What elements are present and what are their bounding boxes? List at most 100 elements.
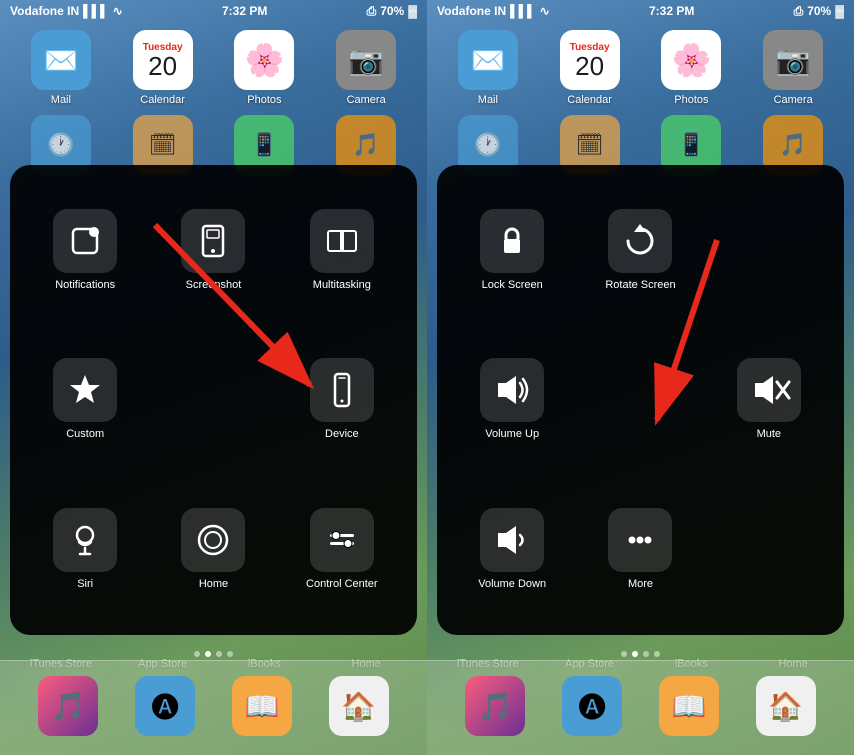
right-dot-1 [621,651,627,657]
lock-screen-icon [480,209,544,273]
dock-ibooks[interactable]: 📖 [222,676,302,740]
multitasking-icon [310,209,374,273]
control-volume-down[interactable]: Volume Down [452,479,572,620]
assist-screenshot[interactable]: Screenshot [153,180,273,321]
dock-appstore[interactable]: 🅐 [125,676,205,740]
right-time: 7:32 PM [649,4,694,18]
right-app-calendar[interactable]: Tuesday 20 Calendar [550,30,630,106]
right-page-dots [427,651,854,657]
app-calendar[interactable]: Tuesday 20 Calendar [123,30,203,106]
right-dot-3 [643,651,649,657]
right-dot-4 [654,651,660,657]
control-center-overlay: Lock Screen Rotate Screen [437,165,844,635]
rotate-screen-icon [608,209,672,273]
right-app-mail[interactable]: ✉️ Mail [448,30,528,106]
right-calendar-icon: Tuesday 20 [560,30,620,90]
right-battery-icon: ▓ [835,4,844,18]
right-bt-icon: ⎙ [794,4,804,19]
right-top-app-row: ✉️ Mail Tuesday 20 Calendar 🌸 Photos 📷 C… [427,30,854,106]
siri-icon [53,508,117,572]
right-calendar-label: Calendar [567,94,612,106]
right-dock-home[interactable]: 🏠 [746,676,826,740]
left-status-left: Vodafone IN ▌▌▌ ∿ [10,4,123,18]
rotate-screen-label: Rotate Screen [605,279,675,292]
custom-label: Custom [66,428,104,441]
control-more[interactable]: More [580,479,700,620]
itunes-icon: 🎵 [38,676,98,736]
volume-down-icon [480,508,544,572]
photos-label: Photos [247,94,281,106]
right-status-left: Vodafone IN ▌▌▌ ∿ [437,4,550,18]
home-icon: 🏠 [329,676,389,736]
assist-notifications[interactable]: Notifications [25,180,145,321]
right-status-bar: Vodafone IN ▌▌▌ ∿ 7:32 PM ⎙ 70% ▓ [427,0,854,22]
assist-custom[interactable]: Custom [25,329,145,470]
left-status-right: ⎙ 70% ▓ [367,4,417,19]
app-photos[interactable]: 🌸 Photos [224,30,304,106]
notifications-label: Notifications [55,279,115,292]
right-dock: 🎵 🅐 📖 🏠 [427,660,854,755]
control-rotate-screen[interactable]: Rotate Screen [580,180,700,321]
left-dock: 🎵 🅐 📖 🏠 [0,660,427,755]
left-time: 7:32 PM [222,4,267,18]
lock-screen-label: Lock Screen [482,279,543,292]
control-mute[interactable]: Mute [709,329,829,470]
right-wifi-icon: ∿ [540,4,550,18]
screenshot-label: Screenshot [186,279,242,292]
volume-down-label: Volume Down [478,578,546,591]
right-camera-label: Camera [774,94,813,106]
right-home-icon: 🏠 [756,676,816,736]
calendar-icon: Tuesday 20 [133,30,193,90]
home-btn-icon [181,508,245,572]
control-lock-screen[interactable]: Lock Screen [452,180,572,321]
right-app-photos[interactable]: 🌸 Photos [651,30,731,106]
control-center-icon [310,508,374,572]
mail-icon: ✉️ [31,30,91,90]
assist-device[interactable]: Device [282,329,402,470]
screenshot-icon [181,209,245,273]
assistive-overlay: Notifications Screenshot Multitasking [10,165,417,635]
left-panel: Vodafone IN ▌▌▌ ∿ 7:32 PM ⎙ 70% ▓ ✉️ Mai… [0,0,427,755]
right-dock-itunes[interactable]: 🎵 [455,676,535,740]
right-mail-icon: ✉️ [458,30,518,90]
control-volume-up[interactable]: Volume Up [452,329,572,470]
app-camera[interactable]: 📷 Camera [326,30,406,106]
dot-2 [205,651,211,657]
multitasking-label: Multitasking [313,279,371,292]
assist-siri[interactable]: Siri [25,479,145,620]
custom-icon [53,358,117,422]
right-photos-label: Photos [674,94,708,106]
volume-up-icon [480,358,544,422]
ibooks-icon: 📖 [232,676,292,736]
right-itunes-icon: 🎵 [465,676,525,736]
assist-multitasking[interactable]: Multitasking [282,180,402,321]
dock-home[interactable]: 🏠 [319,676,399,740]
more-icon [608,508,672,572]
volume-up-label: Volume Up [485,428,539,441]
right-battery-pct: 70% [807,4,831,18]
mute-label: Mute [757,428,781,441]
right-appstore-icon: 🅐 [562,676,622,736]
left-status-bar: Vodafone IN ▌▌▌ ∿ 7:32 PM ⎙ 70% ▓ [0,0,427,22]
right-mail-label: Mail [478,94,498,106]
right-app-camera[interactable]: 📷 Camera [753,30,833,106]
notifications-icon [53,209,117,273]
more-label: More [628,578,653,591]
home-label: Home [199,578,228,591]
assist-center-empty [153,329,273,470]
right-dock-appstore[interactable]: 🅐 [552,676,632,740]
assist-control-center[interactable]: Control Center [282,479,402,620]
right-dock-ibooks[interactable]: 📖 [649,676,729,740]
camera-label: Camera [347,94,386,106]
app-mail[interactable]: ✉️ Mail [21,30,101,106]
dot-1 [194,651,200,657]
dot-3 [216,651,222,657]
assist-home[interactable]: Home [153,479,273,620]
right-panel: Vodafone IN ▌▌▌ ∿ 7:32 PM ⎙ 70% ▓ ✉️ Mai… [427,0,854,755]
right-camera-icon: 📷 [763,30,823,90]
left-battery-pct: 70% [380,4,404,18]
right-dot-2 [632,651,638,657]
dot-4 [227,651,233,657]
appstore-icon: 🅐 [135,676,195,736]
dock-itunes[interactable]: 🎵 [28,676,108,740]
